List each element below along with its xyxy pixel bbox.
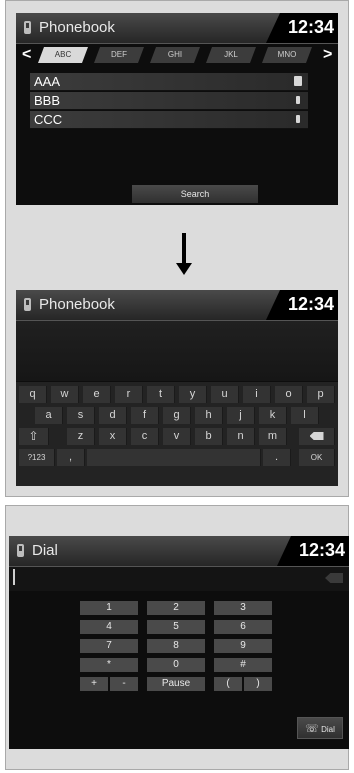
dial-key-pause[interactable]: Pause [147, 677, 205, 691]
tab-def[interactable]: DEF [94, 47, 144, 63]
key-f[interactable]: f [131, 407, 159, 424]
period-key[interactable]: . [263, 449, 291, 466]
dial-screen: Dial 12:34 1 2 3 4 5 6 7 8 9 * 0 # + - P… [9, 536, 349, 749]
page-title: Dial [32, 542, 58, 559]
clock-area: 12:34 [277, 536, 349, 566]
symbols-key[interactable]: ?123 [19, 449, 55, 466]
dial-key-close-paren[interactable]: ) [244, 677, 272, 691]
key-b[interactable]: b [195, 428, 223, 445]
arrow-down-icon [176, 233, 192, 275]
tab-ghi[interactable]: GHI [150, 47, 200, 63]
key-k[interactable]: k [259, 407, 287, 424]
page-title: Phonebook [39, 296, 115, 313]
phone-icon [296, 96, 300, 104]
dial-key-minus[interactable]: - [110, 677, 138, 691]
page-title: Phonebook [39, 19, 115, 36]
key-n[interactable]: n [227, 428, 255, 445]
dial-key-8[interactable]: 8 [147, 639, 205, 653]
key-p[interactable]: p [307, 386, 335, 403]
phone-icon [296, 115, 300, 123]
key-v[interactable]: v [163, 428, 191, 445]
key-e[interactable]: e [83, 386, 111, 403]
contact-name: BBB [34, 93, 61, 108]
alphabet-tabs: < ABC DEF GHI JKL MNO > [16, 46, 338, 64]
key-u[interactable]: u [211, 386, 239, 403]
key-h[interactable]: h [195, 407, 223, 424]
bottom-panel: Dial 12:34 1 2 3 4 5 6 7 8 9 * 0 # + - P… [5, 505, 349, 770]
handset-icon: ☏ [305, 723, 319, 735]
phone-icon [24, 21, 31, 34]
backspace-key[interactable] [299, 428, 335, 445]
contact-row[interactable]: AAA [30, 73, 308, 91]
contact-name: AAA [34, 74, 61, 89]
chevron-left-icon[interactable]: < [22, 46, 31, 64]
ok-key[interactable]: OK [299, 449, 335, 466]
tab-mno[interactable]: MNO [262, 47, 312, 63]
title-bar: Dial 12:34 [9, 536, 349, 567]
text-cursor [13, 569, 15, 585]
backspace-icon [309, 432, 324, 440]
key-i[interactable]: i [243, 386, 271, 403]
multi-phone-icon [294, 76, 302, 86]
tab-jkl[interactable]: JKL [206, 47, 256, 63]
phonebook-list-screen: Phonebook 12:34 < ABC DEF GHI JKL MNO > … [16, 13, 338, 205]
key-r[interactable]: r [115, 386, 143, 403]
comma-key[interactable]: , [57, 449, 85, 466]
dial-key-3[interactable]: 3 [214, 601, 272, 615]
dial-key-2[interactable]: 2 [147, 601, 205, 615]
dial-key-4[interactable]: 4 [80, 620, 138, 634]
key-s[interactable]: s [67, 407, 95, 424]
dial-key-star[interactable]: * [80, 658, 138, 672]
key-z[interactable]: z [67, 428, 95, 445]
search-button[interactable]: Search [132, 185, 258, 203]
dial-key-7[interactable]: 7 [80, 639, 138, 653]
dial-key-6[interactable]: 6 [214, 620, 272, 634]
phone-icon [17, 544, 24, 557]
dial-key-hash[interactable]: # [214, 658, 272, 672]
key-j[interactable]: j [227, 407, 255, 424]
title-bar: Phonebook 12:34 [16, 290, 338, 321]
dial-label: Dial [321, 725, 335, 734]
clock: 12:34 [298, 540, 345, 560]
contact-name: CCC [34, 112, 63, 127]
phone-icon [24, 298, 31, 311]
key-a[interactable]: a [35, 407, 63, 424]
dial-button[interactable]: ☏ Dial [297, 717, 343, 739]
backspace-icon[interactable] [325, 573, 343, 583]
top-panel: Phonebook 12:34 < ABC DEF GHI JKL MNO > … [5, 0, 349, 497]
key-g[interactable]: g [163, 407, 191, 424]
dial-key-1[interactable]: 1 [80, 601, 138, 615]
dial-key-5[interactable]: 5 [147, 620, 205, 634]
search-input[interactable] [16, 321, 338, 381]
tab-abc[interactable]: ABC [38, 47, 88, 63]
contact-row[interactable]: CCC [30, 111, 308, 129]
key-l[interactable]: l [291, 407, 319, 424]
clock: 12:34 [287, 294, 334, 314]
shift-key[interactable]: ⇧ [19, 428, 49, 445]
key-o[interactable]: o [275, 386, 303, 403]
clock: 12:34 [287, 17, 334, 37]
phonebook-search-screen: Phonebook 12:34 q w e r t y u i o p a s … [16, 290, 338, 486]
key-y[interactable]: y [179, 386, 207, 403]
chevron-right-icon[interactable]: > [323, 46, 332, 64]
clock-area: 12:34 [266, 13, 338, 43]
key-m[interactable]: m [259, 428, 287, 445]
clock-area: 12:34 [266, 290, 338, 320]
dial-key-open-paren[interactable]: ( [214, 677, 242, 691]
space-key[interactable] [87, 449, 261, 466]
key-t[interactable]: t [147, 386, 175, 403]
shift-icon: ⇧ [28, 429, 39, 443]
title-bar: Phonebook 12:34 [16, 13, 338, 44]
key-d[interactable]: d [99, 407, 127, 424]
dial-key-0[interactable]: 0 [147, 658, 205, 672]
dial-key-9[interactable]: 9 [214, 639, 272, 653]
key-c[interactable]: c [131, 428, 159, 445]
keyboard: q w e r t y u i o p a s d f g h j k l ⇧ … [16, 382, 338, 486]
key-x[interactable]: x [99, 428, 127, 445]
dial-input[interactable] [9, 567, 349, 591]
dial-key-plus[interactable]: + [80, 677, 108, 691]
key-q[interactable]: q [19, 386, 47, 403]
key-w[interactable]: w [51, 386, 79, 403]
contact-row[interactable]: BBB [30, 92, 308, 110]
